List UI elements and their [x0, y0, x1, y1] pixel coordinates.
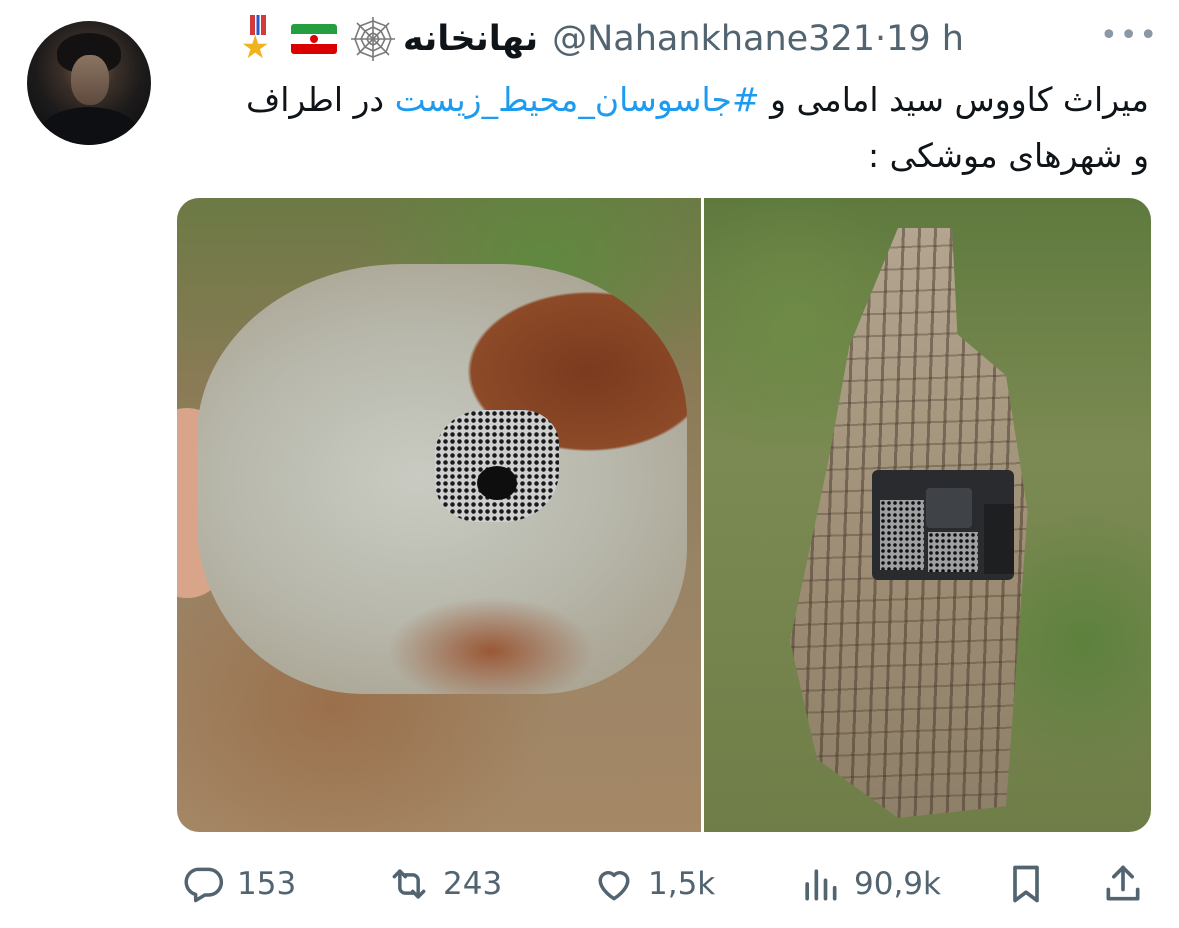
action-bar: 153 243 1,5k 90,9k: [0, 852, 1179, 916]
tweet-time[interactable]: 19 h: [886, 19, 964, 59]
hashtag-link[interactable]: #جاسوسان_محیط_زیست: [395, 80, 760, 119]
photo-bark-camera[interactable]: [704, 198, 1151, 832]
tweet-header: ★ نهانخانه @Nahankhane321 · 19 h: [241, 14, 964, 64]
share-icon: [1106, 865, 1140, 901]
heart-icon: [598, 871, 630, 901]
retweet-icon: [392, 869, 426, 899]
avatar-coat: [37, 107, 141, 145]
author-avatar[interactable]: [27, 21, 151, 145]
author-display-name[interactable]: نهانخانه: [403, 19, 538, 59]
tweet-text-part1: میراث کاووس سید امامی و: [759, 80, 1149, 119]
views-count: 90,9k: [854, 866, 941, 902]
medal-emoji-icon: ★: [241, 15, 275, 63]
reply-icon: [184, 867, 224, 903]
retweet-count: 243: [443, 866, 503, 902]
reply-button[interactable]: 153: [181, 852, 296, 916]
retweet-button[interactable]: 243: [387, 852, 502, 916]
iran-flag-emoji-icon: [290, 24, 337, 54]
hidden-camera-shape: [872, 470, 1014, 580]
reply-count: 153: [237, 866, 297, 902]
bookmark-icon: [1013, 865, 1039, 903]
bookmark-button[interactable]: [1004, 852, 1048, 916]
media-grid: [177, 198, 1151, 832]
photo-rock-device[interactable]: [177, 198, 701, 832]
share-button[interactable]: [1101, 852, 1145, 916]
like-button[interactable]: 1,5k: [592, 852, 715, 916]
author-handle[interactable]: @Nahankhane321: [552, 19, 875, 59]
avatar-face: [71, 55, 109, 105]
views-button[interactable]: 90,9k: [798, 852, 941, 916]
like-count: 1,5k: [648, 866, 716, 902]
more-options-icon[interactable]: •••: [1100, 21, 1159, 51]
header-separator: ·: [875, 19, 887, 59]
spider-web-emoji-icon: [350, 17, 395, 61]
device-grille-shape: [435, 410, 559, 522]
tweet-text: میراث کاووس سید امامی و #جاسوسان_محیط_زی…: [229, 72, 1149, 184]
views-chart-icon: [805, 869, 837, 901]
